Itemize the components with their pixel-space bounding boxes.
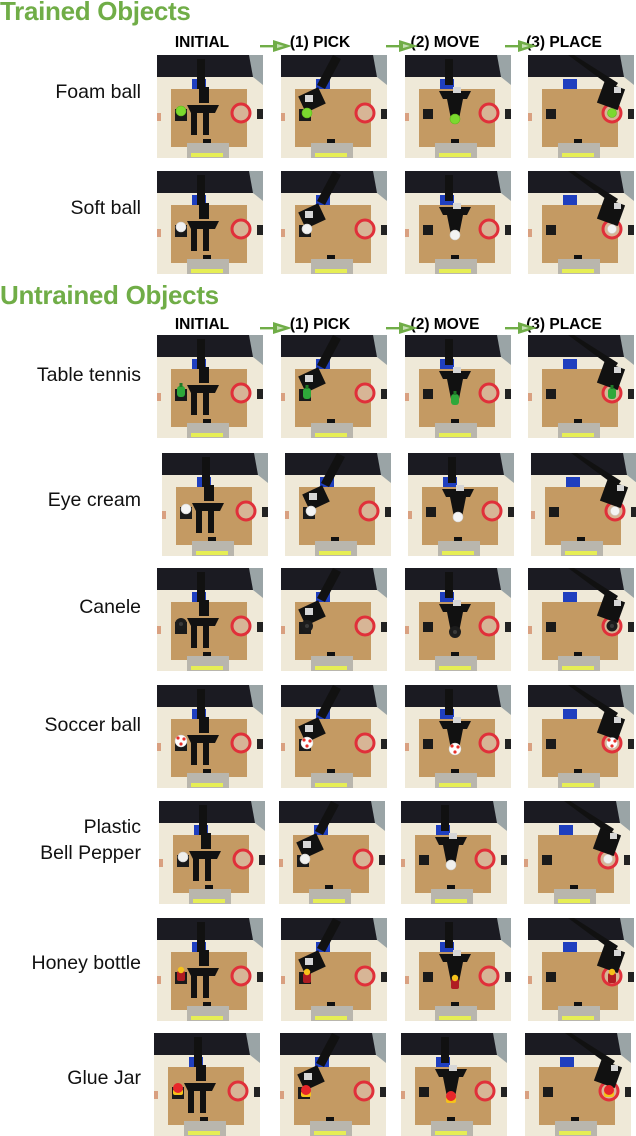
robot-scene-image [408, 453, 514, 556]
robot-scene-image [281, 918, 387, 1021]
robot-scene-image [281, 335, 387, 438]
stage-move-frame [401, 801, 507, 904]
robot-scene-image [531, 453, 636, 556]
robot-scene-image [157, 335, 263, 438]
stage-pick-frame [281, 335, 387, 438]
stage-move-frame [405, 335, 511, 438]
robot-scene-image [528, 55, 634, 158]
stage-place-label: (3) PLACE [526, 34, 602, 51]
robot-scene-image [157, 171, 263, 274]
arrow-right-icon [505, 321, 537, 334]
stage-move-frame [405, 171, 511, 274]
object-label: Canele [79, 596, 141, 618]
object-label: Glue Jar [67, 1067, 141, 1089]
stage-move-frame [408, 453, 514, 556]
stage-header: INITIAL (1) PICK (2) MOVE (3) PLACE [150, 34, 636, 56]
robot-scene-image [405, 568, 511, 671]
robot-scene-image [159, 801, 265, 904]
robot-scene-image [279, 801, 385, 904]
robot-scene-image [528, 685, 634, 788]
robot-scene-image [528, 335, 634, 438]
robot-scene-image [528, 568, 634, 671]
stage-initial-frame [157, 918, 263, 1021]
stage-move-label: (2) MOVE [410, 34, 480, 51]
stage-move-frame [405, 55, 511, 158]
stage-initial-frame [157, 335, 263, 438]
object-label: Plastic Bell Pepper [40, 816, 141, 864]
stage-place-frame [524, 801, 630, 904]
arrow-right-icon [505, 39, 537, 52]
stage-initial-frame [157, 568, 263, 671]
robot-scene-image [401, 1033, 507, 1136]
stage-pick-frame [281, 171, 387, 274]
stage-move-frame [405, 685, 511, 788]
stage-pick-label: (1) PICK [289, 34, 351, 51]
robot-scene-image [162, 453, 268, 556]
robot-scene-image [157, 918, 263, 1021]
stage-pick-label: (1) PICK [289, 316, 351, 333]
object-label: Foam ball [55, 81, 141, 103]
object-label: Honey bottle [31, 952, 142, 974]
object-label: Eye cream [47, 489, 141, 511]
robot-scene-image [281, 568, 387, 671]
robot-scene-image [528, 918, 634, 1021]
stage-initial-frame [157, 685, 263, 788]
robot-scene-image [157, 685, 263, 788]
stage-initial-label: INITIAL [174, 316, 230, 333]
stage-initial-frame [157, 171, 263, 274]
robot-scene-image [281, 171, 387, 274]
stage-place-label: (3) PLACE [526, 316, 602, 333]
stage-initial-frame [162, 453, 268, 556]
robot-scene-image [528, 171, 634, 274]
stage-pick-frame [281, 568, 387, 671]
arrow-right-icon [386, 39, 418, 52]
stage-initial-frame [159, 801, 265, 904]
stage-move-label: (2) MOVE [410, 316, 480, 333]
stage-pick-frame [281, 685, 387, 788]
robot-scene-image [405, 171, 511, 274]
stage-initial-frame [157, 55, 263, 158]
stage-place-frame [528, 55, 634, 158]
robot-scene-image [405, 55, 511, 158]
stage-move-frame [405, 568, 511, 671]
stage-pick-frame [281, 918, 387, 1021]
arrow-right-icon [386, 321, 418, 334]
stage-place-frame [528, 918, 634, 1021]
robot-scene-image [281, 685, 387, 788]
section-title: Trained Objects [0, 0, 191, 26]
stage-initial-label: INITIAL [174, 34, 230, 51]
stage-place-frame [528, 335, 634, 438]
stage-pick-frame [285, 453, 391, 556]
stage-move-frame [401, 1033, 507, 1136]
stage-place-frame [525, 1033, 631, 1136]
object-label: Table tennis [36, 364, 141, 386]
robot-scene-image [401, 801, 507, 904]
stage-place-frame [528, 171, 634, 274]
stage-pick-frame [281, 55, 387, 158]
stage-place-frame [528, 568, 634, 671]
robot-scene-image [405, 335, 511, 438]
stage-initial-frame [154, 1033, 260, 1136]
stage-place-frame [531, 453, 636, 556]
arrow-right-icon [260, 321, 292, 334]
object-label: Soccer ball [44, 714, 141, 736]
robot-scene-image [157, 55, 263, 158]
robot-scene-image [405, 918, 511, 1021]
robot-scene-image [281, 55, 387, 158]
stage-place-frame [528, 685, 634, 788]
stage-pick-frame [279, 801, 385, 904]
section-title: Untrained Objects [0, 280, 219, 310]
robot-scene-image [280, 1033, 386, 1136]
robot-scene-image [524, 801, 630, 904]
robot-scene-image [285, 453, 391, 556]
robot-scene-image [525, 1033, 631, 1136]
robot-scene-image [405, 685, 511, 788]
stage-move-frame [405, 918, 511, 1021]
robot-scene-image [157, 568, 263, 671]
object-label: Soft ball [70, 197, 141, 219]
arrow-right-icon [260, 39, 292, 52]
robot-scene-image [154, 1033, 260, 1136]
stage-pick-frame [280, 1033, 386, 1136]
